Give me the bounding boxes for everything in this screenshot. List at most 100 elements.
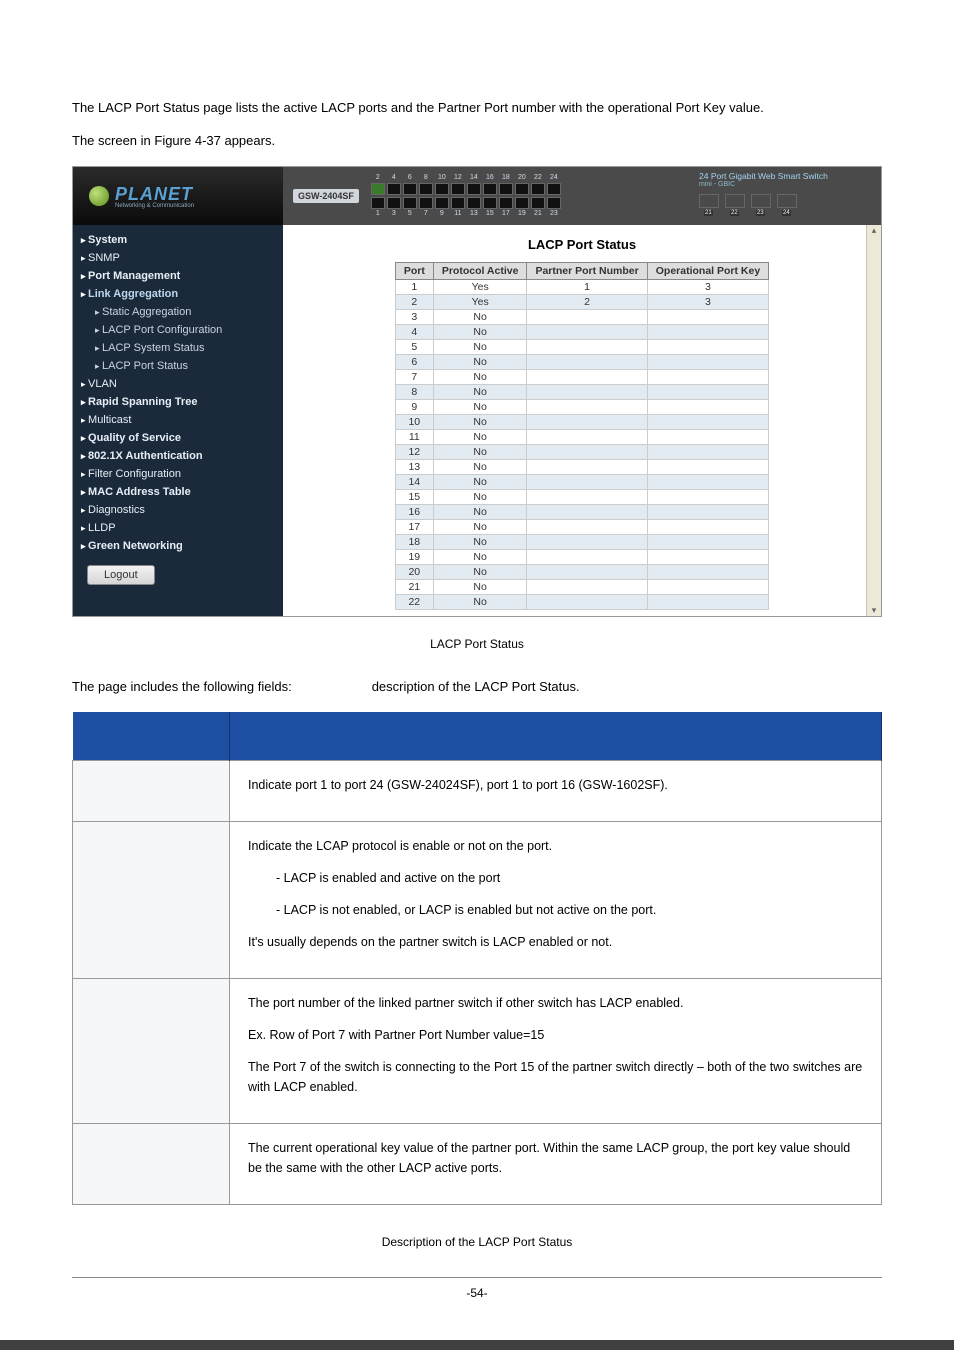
- sidebar-item[interactable]: VLAN: [73, 375, 283, 393]
- port-jack-icon: [547, 183, 561, 195]
- sidebar-item[interactable]: SNMP: [73, 249, 283, 267]
- port-jack-icon: [531, 197, 545, 209]
- port-jack-icon: [531, 183, 545, 195]
- port-jack-icon: [371, 197, 385, 209]
- table-cell: No: [433, 415, 527, 430]
- port-jack-icon: [419, 183, 433, 195]
- port-column: 1817: [499, 174, 513, 218]
- table-cell: No: [433, 445, 527, 460]
- scrollbar[interactable]: ▴ ▾: [866, 225, 881, 616]
- app-screenshot: PLANET Networking & Communication GSW-24…: [72, 166, 882, 617]
- sidebar-item[interactable]: LACP System Status: [73, 339, 283, 357]
- table-cell: [527, 475, 647, 490]
- table-row: 16No: [395, 505, 768, 520]
- sidebar-item[interactable]: System: [73, 231, 283, 249]
- main-title: LACP Port Status: [293, 237, 871, 252]
- sidebar-item[interactable]: 802.1X Authentication: [73, 447, 283, 465]
- port-jack-icon: [451, 197, 465, 209]
- sidebar-item[interactable]: Multicast: [73, 411, 283, 429]
- table-cell: 18: [395, 535, 433, 550]
- port-number-bottom: 5: [408, 210, 412, 218]
- sidebar-item[interactable]: Green Networking: [73, 537, 283, 555]
- table-cell: [527, 325, 647, 340]
- table-row: 12No: [395, 445, 768, 460]
- sidebar-item[interactable]: LACP Port Status: [73, 357, 283, 375]
- mini-port-label: 22: [730, 210, 739, 216]
- table-cell: [527, 430, 647, 445]
- model-badge: GSW-2404SF: [293, 189, 359, 203]
- table-cell: No: [433, 490, 527, 505]
- table-cell: [527, 460, 647, 475]
- port-column: 1413: [467, 174, 481, 218]
- field-desc-extra: - LACP is not enabled, or LACP is enable…: [248, 900, 863, 920]
- sidebar-item[interactable]: Diagnostics: [73, 501, 283, 519]
- field-desc-extra: - LACP is enabled and active on the port: [248, 868, 863, 888]
- table-cell: [647, 310, 768, 325]
- banner-right: 24 Port Gigabit Web Smart Switch mini - …: [691, 167, 881, 225]
- port-column: 1211: [451, 174, 465, 218]
- sidebar-item[interactable]: Link Aggregation: [73, 285, 283, 303]
- table-cell: 17: [395, 520, 433, 535]
- sidebar-item[interactable]: MAC Address Table: [73, 483, 283, 501]
- sidebar-item[interactable]: Filter Configuration: [73, 465, 283, 483]
- table-cell: No: [433, 505, 527, 520]
- port-number-bottom: 9: [440, 210, 444, 218]
- table-cell: No: [433, 535, 527, 550]
- table-cell: 10: [395, 415, 433, 430]
- table-cell: [527, 415, 647, 430]
- port-number-top: 12: [454, 174, 462, 182]
- sidebar-item[interactable]: Port Management: [73, 267, 283, 285]
- field-label-cell: [73, 1124, 230, 1205]
- table-row: 19No: [395, 550, 768, 565]
- mini-port-label: 23: [756, 210, 765, 216]
- sidebar-item[interactable]: Rapid Spanning Tree: [73, 393, 283, 411]
- mini-port-icon: 22: [725, 194, 745, 208]
- table-cell: 20: [395, 565, 433, 580]
- table-row: 15No: [395, 490, 768, 505]
- field-row: Indicate port 1 to port 24 (GSW-24024SF)…: [73, 761, 882, 822]
- table-cell: [647, 475, 768, 490]
- port-jack-icon: [435, 183, 449, 195]
- table-cell: [647, 340, 768, 355]
- port-jack-icon: [419, 197, 433, 209]
- table-row: 3No: [395, 310, 768, 325]
- port-column: 2221: [531, 174, 545, 218]
- table-cell: [527, 355, 647, 370]
- table-cell: [647, 400, 768, 415]
- logo-cell: PLANET Networking & Communication: [73, 167, 283, 225]
- sidebar-item[interactable]: Quality of Service: [73, 429, 283, 447]
- port-number-bottom: 17: [502, 210, 510, 218]
- port-jack-icon: [483, 183, 497, 195]
- sidebar-item[interactable]: LACP Port Configuration: [73, 321, 283, 339]
- table-cell: 22: [395, 595, 433, 610]
- table-cell: No: [433, 355, 527, 370]
- table-row: 17No: [395, 520, 768, 535]
- sidebar-item[interactable]: Static Aggregation: [73, 303, 283, 321]
- port-number-bottom: 19: [518, 210, 526, 218]
- table-cell: [647, 460, 768, 475]
- table-cell: 2: [527, 295, 647, 310]
- table-cell: [647, 535, 768, 550]
- port-number-bottom: 13: [470, 210, 478, 218]
- table-cell: No: [433, 460, 527, 475]
- logout-button[interactable]: Logout: [87, 565, 155, 585]
- table-cell: [647, 415, 768, 430]
- table-cell: No: [433, 550, 527, 565]
- scroll-down-icon[interactable]: ▾: [867, 605, 881, 616]
- scroll-up-icon[interactable]: ▴: [867, 225, 881, 236]
- table-cell: 13: [395, 460, 433, 475]
- table-header: Port: [395, 263, 433, 280]
- port-column: 43: [387, 174, 401, 218]
- field-desc-cell: The port number of the linked partner sw…: [230, 979, 882, 1124]
- port-column: 2019: [515, 174, 529, 218]
- table-row: 11No: [395, 430, 768, 445]
- port-jack-icon: [547, 197, 561, 209]
- port-number-top: 6: [408, 174, 412, 182]
- mini-port-icon: 24: [777, 194, 797, 208]
- logo-sub: Networking & Communication: [115, 203, 194, 209]
- table-cell: [647, 325, 768, 340]
- table-cell: [527, 550, 647, 565]
- table-row: 5No: [395, 340, 768, 355]
- sidebar-item[interactable]: LLDP: [73, 519, 283, 537]
- table-cell: [527, 505, 647, 520]
